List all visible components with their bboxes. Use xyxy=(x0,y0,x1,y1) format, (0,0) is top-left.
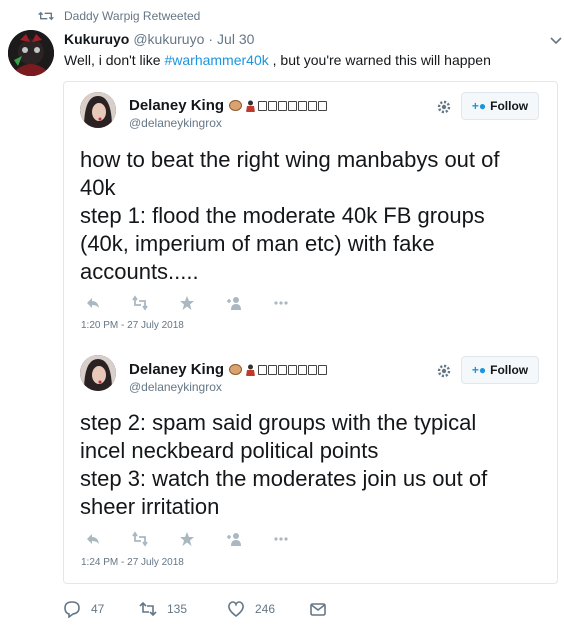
quoted-tweet-line: accounts..... xyxy=(80,259,199,284)
symbol-emoji-icon xyxy=(298,100,308,111)
quoted-tweet-line: step 1: flood the moderate 40k FB groups xyxy=(80,203,485,228)
follow-button-label: Follow xyxy=(490,99,529,113)
tweet-text: Well, i don't like #warhammer40k , but y… xyxy=(64,52,491,68)
follow-button-label: Follow xyxy=(490,363,529,377)
quoted-author-name-row[interactable]: Delaney King xyxy=(129,97,328,114)
add-person-icon[interactable] xyxy=(226,531,242,547)
tweet-text-end: , but you're warned this will happen xyxy=(268,52,491,68)
follow-button[interactable]: +● Follow xyxy=(461,92,539,120)
reply-icon[interactable] xyxy=(85,295,101,311)
quoted-tweet-text: how to beat the right wing manbabys out … xyxy=(80,146,499,286)
reply-count: 47 xyxy=(91,602,105,616)
quoted-tweet-line: sheer irritation xyxy=(80,494,220,519)
symbol-emoji-icon xyxy=(268,100,278,111)
follow-button[interactable]: +● Follow xyxy=(461,356,539,384)
header-separator: · xyxy=(208,31,214,47)
quoted-author-avatar[interactable] xyxy=(80,355,116,391)
author-name[interactable]: Kukuruyo xyxy=(64,31,129,47)
retweet-icon[interactable] xyxy=(132,531,148,547)
quoted-author-name[interactable]: Delaney King xyxy=(129,361,224,378)
avatar-image xyxy=(80,92,116,128)
retweet-icon xyxy=(38,11,54,21)
quoted-tweet-actions xyxy=(85,531,320,547)
cat-emoji-icon xyxy=(229,100,243,111)
avatar-image xyxy=(80,355,116,391)
symbol-emoji-icon xyxy=(298,364,308,375)
hashtag-link[interactable]: #warhammer40k xyxy=(164,52,268,68)
retweet-action[interactable]: 135 xyxy=(139,600,227,618)
retweet-icon xyxy=(139,601,157,617)
author-handle[interactable]: @kukuruyo xyxy=(133,31,204,47)
chevron-down-icon[interactable] xyxy=(550,36,562,46)
retweet-context[interactable]: Daddy Warpig Retweeted xyxy=(38,9,200,23)
symbol-emoji-icon xyxy=(258,364,268,375)
retweet-count: 135 xyxy=(167,602,188,616)
direct-message-action[interactable] xyxy=(309,600,327,618)
retweet-icon[interactable] xyxy=(132,295,148,311)
quoted-tweet-text: step 2: spam said groups with the typica… xyxy=(80,409,487,521)
quoted-tweet-line: step 2: spam said groups with the typica… xyxy=(80,410,477,435)
more-icon[interactable] xyxy=(273,295,289,311)
quoted-tweet-line: step 3: watch the moderates join us out … xyxy=(80,466,488,491)
quoted-tweet-actions xyxy=(85,295,320,311)
symbol-emoji-icon xyxy=(258,100,268,111)
name-emoji-row xyxy=(229,100,328,112)
quoted-tweet-line: (40k, imperium of man etc) with fake xyxy=(80,231,435,256)
quoted-tweet-timestamp[interactable]: 1:24 PM - 27 July 2018 xyxy=(81,557,184,568)
follow-person-icon: +● xyxy=(471,363,487,377)
symbol-emoji-icon xyxy=(268,364,278,375)
like-count: 246 xyxy=(255,602,276,616)
quoted-author-handle[interactable]: @delaneykingrox xyxy=(129,116,222,130)
symbol-emoji-icon xyxy=(308,100,318,111)
tweet-date[interactable]: Jul 30 xyxy=(217,31,254,47)
quoted-author-avatar[interactable] xyxy=(80,92,116,128)
symbol-emoji-icon xyxy=(318,100,328,111)
more-icon[interactable] xyxy=(273,531,289,547)
like-action[interactable]: 246 xyxy=(227,600,309,618)
author-avatar[interactable] xyxy=(8,30,54,76)
reply-icon xyxy=(64,601,80,618)
like-star-icon[interactable] xyxy=(179,295,195,311)
quoted-tweet-timestamp[interactable]: 1:20 PM - 27 July 2018 xyxy=(81,320,184,331)
tweet-actions: 47 135 246 xyxy=(63,600,327,618)
reply-icon[interactable] xyxy=(85,531,101,547)
message-icon xyxy=(310,603,326,616)
settings-gear-icon[interactable] xyxy=(436,363,452,379)
tweet-text-start: Well, i don't like xyxy=(64,52,165,68)
settings-gear-icon[interactable] xyxy=(436,99,452,115)
tweet-header: Kukuruyo @kukuruyo · Jul 30 xyxy=(64,31,254,47)
name-emoji-row xyxy=(229,364,328,376)
quoted-author-name[interactable]: Delaney King xyxy=(129,97,224,114)
quoted-tweet-line: 40k xyxy=(80,175,116,200)
add-person-icon[interactable] xyxy=(226,295,242,311)
reply-action[interactable]: 47 xyxy=(63,600,139,618)
retweet-context-label: Daddy Warpig Retweeted xyxy=(64,9,201,23)
quoted-tweet-line: incel neckbeard political points xyxy=(80,438,379,463)
avatar-image xyxy=(8,30,54,76)
like-star-icon[interactable] xyxy=(179,531,195,547)
symbol-emoji-icon xyxy=(308,364,318,375)
quoted-author-name-row[interactable]: Delaney King xyxy=(129,361,328,378)
quoted-author-handle[interactable]: @delaneykingrox xyxy=(129,380,222,394)
symbol-emoji-icon xyxy=(278,364,288,375)
person-emoji-icon xyxy=(246,100,256,112)
follow-person-icon: +● xyxy=(471,99,487,113)
quoted-tweet-line: how to beat the right wing manbabys out … xyxy=(80,147,500,172)
symbol-emoji-icon xyxy=(278,100,288,111)
person-emoji-icon xyxy=(246,364,256,376)
symbol-emoji-icon xyxy=(288,100,298,111)
heart-icon xyxy=(228,601,244,618)
symbol-emoji-icon xyxy=(318,364,328,375)
symbol-emoji-icon xyxy=(288,364,298,375)
cat-emoji-icon xyxy=(229,364,243,375)
